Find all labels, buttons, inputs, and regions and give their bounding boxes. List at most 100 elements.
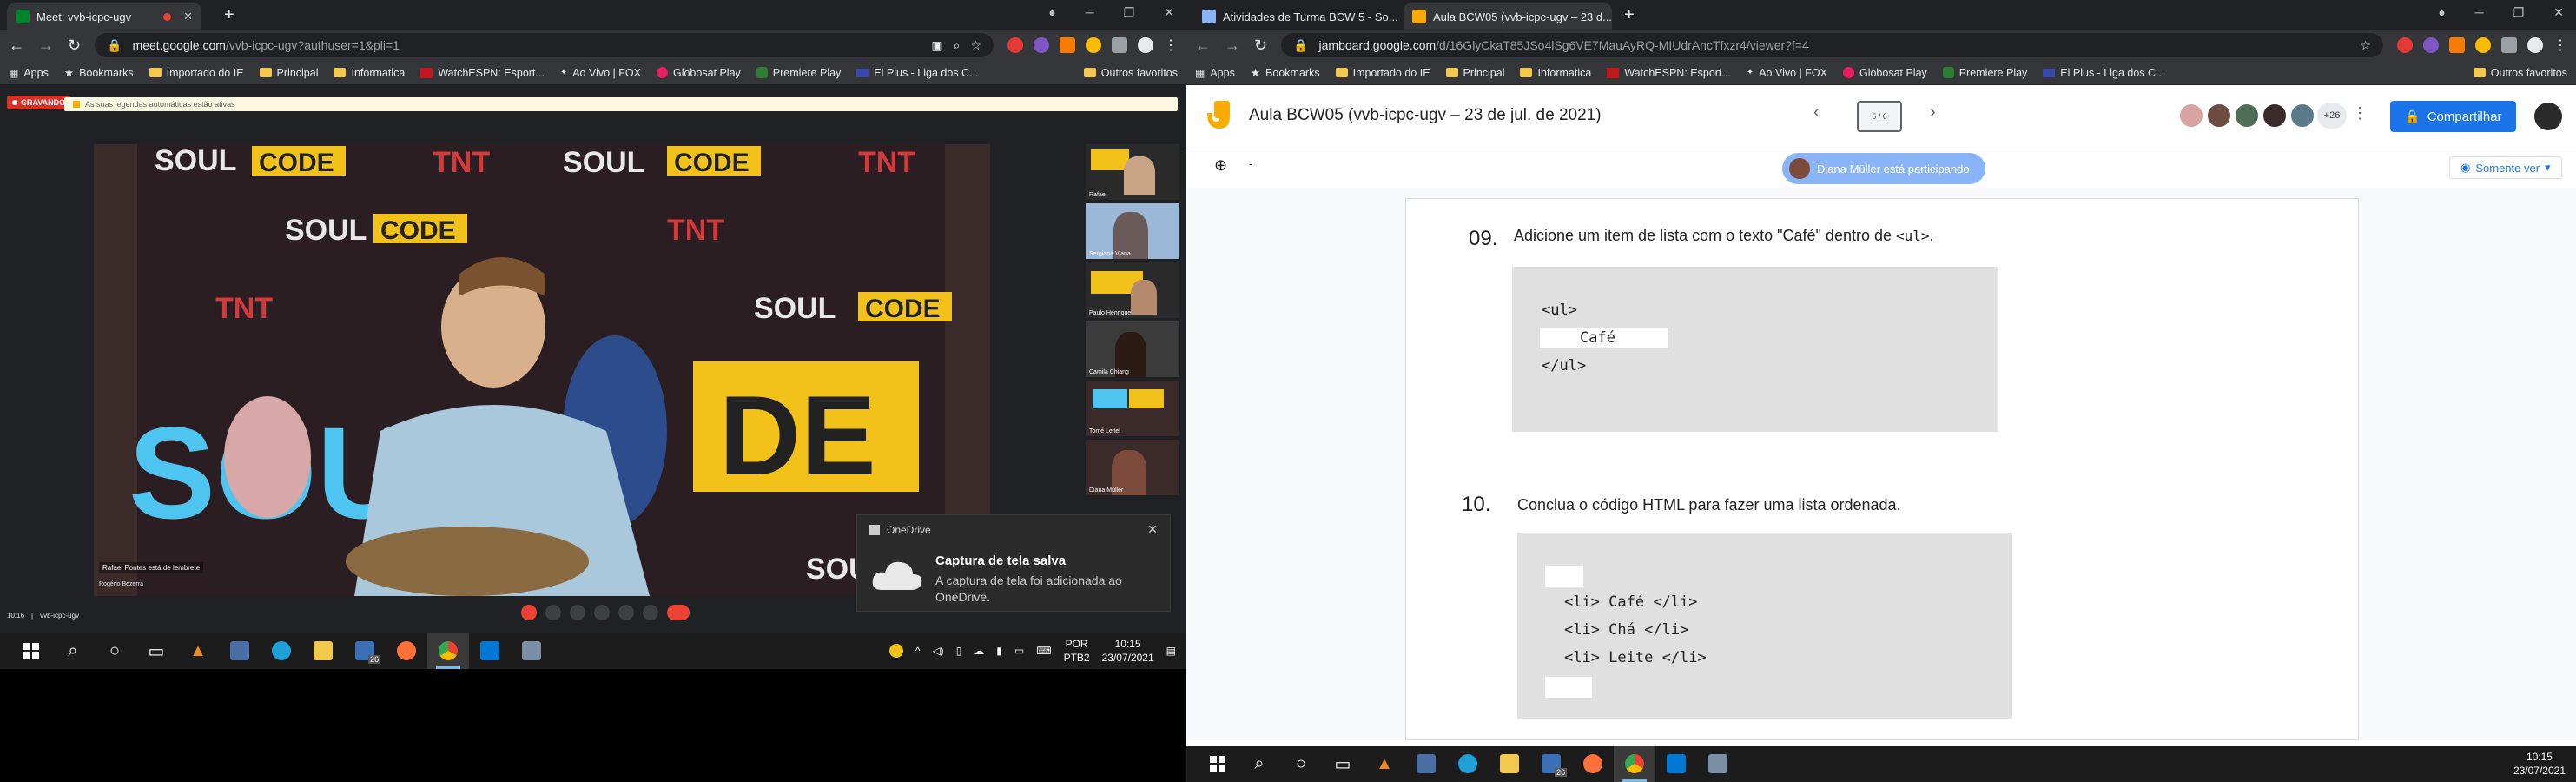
back-icon[interactable]: ← [1195, 36, 1211, 55]
bookmark-fox[interactable]: ✦ Ao Vivo | FOX [1747, 67, 1827, 79]
tab-atividades[interactable]: Atividades de Turma BCW 5 - So... ✕ [1193, 3, 1402, 30]
participant-tile[interactable]: Paulo Henrique [1086, 262, 1179, 318]
participant-tile[interactable]: Diana Müller [1086, 440, 1179, 495]
new-tab-button[interactable]: + [224, 5, 234, 25]
frame-bar-button[interactable]: 5 / 6 [1857, 101, 1902, 132]
bookmark-premiere[interactable]: Premiere Play [1942, 67, 2027, 79]
bookmark-principal[interactable]: Principal [259, 67, 318, 79]
reload-icon[interactable]: ↻ [68, 36, 81, 55]
close-tab-icon[interactable]: ✕ [183, 10, 193, 23]
account-avatar[interactable] [2534, 103, 2562, 130]
file-explorer-icon[interactable] [1489, 746, 1530, 782]
onedrive-toast[interactable]: OneDrive ✕ Captura de tela salva A captu… [856, 514, 1171, 612]
zoom-icon[interactable]: ⌕ [954, 38, 961, 53]
vlc-icon[interactable]: ▲ [177, 633, 219, 669]
puzzle-icon[interactable] [1112, 37, 1127, 53]
view-mode-dropdown[interactable]: ◉ Somente ver ▾ [2449, 156, 2562, 179]
chrome-icon[interactable] [427, 633, 469, 669]
volume-icon[interactable]: ◁) [932, 645, 943, 657]
minimize-icon[interactable]: ─ [2475, 5, 2484, 20]
mail-icon[interactable]: 26 [1530, 746, 1572, 782]
menu-icon[interactable]: ⋮ [2553, 36, 2567, 54]
forward-icon[interactable]: → [1225, 36, 1240, 55]
mic-off-button[interactable] [521, 605, 537, 620]
puzzle-icon[interactable] [2501, 37, 2517, 53]
profile-icon[interactable] [1138, 37, 1153, 53]
cortana-icon[interactable]: ○ [94, 633, 135, 669]
maximize-icon[interactable]: ❐ [2513, 5, 2525, 20]
bookmark-outros[interactable]: Outros favoritos [2473, 67, 2567, 79]
mic-icon[interactable]: ▮ [996, 645, 1002, 657]
toast-close-icon[interactable]: ✕ [1147, 522, 1158, 537]
taskbar-clock[interactable]: 10:15 23/07/2021 [1102, 637, 1154, 665]
extension-icon[interactable] [1086, 37, 1101, 53]
search-icon[interactable]: ⌕ [52, 633, 94, 669]
menu-icon[interactable]: ⋮ [1164, 36, 1178, 54]
extension-icon[interactable] [1060, 37, 1075, 53]
camera-button[interactable] [545, 605, 561, 620]
bookmark-apps[interactable]: ▦ Apps [9, 67, 49, 79]
language-indicator[interactable]: POR PTB2 [1064, 637, 1090, 665]
firefox-icon[interactable] [1572, 746, 1614, 782]
forward-icon[interactable]: → [38, 36, 54, 55]
mail-icon[interactable]: 26 [344, 633, 386, 669]
jam-frame[interactable]: 09. Adicione um item de lista com o text… [1405, 198, 2359, 740]
address-bar[interactable]: 🔒 meet.google.com/vvb-icpc-ugv?authuser=… [95, 33, 994, 57]
zoom-icon[interactable]: ⊕ [1214, 156, 1227, 175]
network-icon[interactable]: ▭ [1014, 645, 1024, 657]
close-window-icon[interactable]: ✕ [2553, 5, 2564, 20]
participant-tile[interactable]: Camila Chiang [1086, 321, 1179, 377]
profile-dot-icon[interactable]: ● [2438, 5, 2445, 20]
zoom-level[interactable]: - [1249, 156, 1253, 170]
start-button[interactable] [1197, 746, 1238, 782]
profile-icon[interactable] [2527, 37, 2543, 53]
bookmark-bookmarks[interactable]: ★ Bookmarks [64, 66, 134, 80]
back-icon[interactable]: ← [9, 36, 24, 55]
bookmark-star-icon[interactable]: ☆ [970, 38, 981, 53]
chrome-icon[interactable] [1614, 746, 1655, 782]
bookmark-premiere[interactable]: Premiere Play [756, 67, 841, 79]
bookmark-elplus[interactable]: El Plus - Liga dos C... [856, 67, 979, 79]
vscode-icon[interactable] [469, 633, 511, 669]
file-explorer-icon[interactable] [302, 633, 344, 669]
extension-icon[interactable] [2423, 37, 2439, 53]
minimize-icon[interactable]: ─ [1086, 5, 1094, 20]
collaborator-avatars[interactable]: +26 [2178, 103, 2347, 129]
bookmark-principal[interactable]: Principal [1445, 67, 1504, 79]
new-tab-button[interactable]: + [1624, 5, 1635, 25]
firefox-icon[interactable] [386, 633, 427, 669]
adblock-icon[interactable] [1007, 37, 1023, 53]
start-button[interactable] [10, 633, 52, 669]
bookmark-watchespn[interactable]: WatchESPN: Esport... [420, 67, 545, 79]
taskbar-clock[interactable]: 10:15 23/07/2021 [2513, 750, 2566, 778]
extension-icon[interactable] [2449, 37, 2465, 53]
edge-icon[interactable] [1447, 746, 1489, 782]
chevron-up-icon[interactable]: ^ [915, 645, 921, 657]
search-icon[interactable]: ⌕ [1238, 746, 1280, 782]
address-bar[interactable]: 🔒 jamboard.google.com/d/16GlyCkaT85JSo4l… [1281, 33, 2383, 57]
leave-call-button[interactable] [667, 605, 690, 620]
adblock-icon[interactable] [2397, 37, 2413, 53]
bookmark-informatica[interactable]: Informatica [1520, 67, 1591, 79]
task-view-icon[interactable]: ▭ [1322, 746, 1364, 782]
bookmark-importado[interactable]: Importado do IE [1335, 67, 1430, 79]
profile-dot-icon[interactable]: ● [1048, 5, 1055, 20]
prev-frame-button[interactable]: ‹ [1813, 103, 1820, 123]
app-icon[interactable] [219, 633, 261, 669]
bookmark-bookmarks[interactable]: ★ Bookmarks [1251, 66, 1320, 80]
present-button[interactable] [618, 605, 634, 620]
bookmark-star-icon[interactable]: ☆ [2360, 38, 2371, 53]
bookmark-informatica[interactable]: Informatica [334, 67, 405, 79]
extension-icon[interactable] [2475, 37, 2491, 53]
extension-icon[interactable] [1034, 37, 1049, 53]
board-title[interactable]: Aula BCW05 (vvb-icpc-ugv – 23 de jul. de… [1249, 106, 1602, 125]
task-view-icon[interactable]: ▭ [135, 633, 177, 669]
participant-tile[interactable]: Rafael [1086, 144, 1179, 200]
bookmark-elplus[interactable]: El Plus - Liga dos C... [2043, 67, 2165, 79]
edge-icon[interactable] [261, 633, 302, 669]
next-frame-button[interactable]: › [1930, 103, 1936, 123]
app-icon[interactable] [1405, 746, 1447, 782]
bookmark-apps[interactable]: ▦ Apps [1195, 67, 1235, 79]
app-icon[interactable] [511, 633, 552, 669]
participant-tile[interactable]: Tomé Leitel [1086, 381, 1179, 436]
